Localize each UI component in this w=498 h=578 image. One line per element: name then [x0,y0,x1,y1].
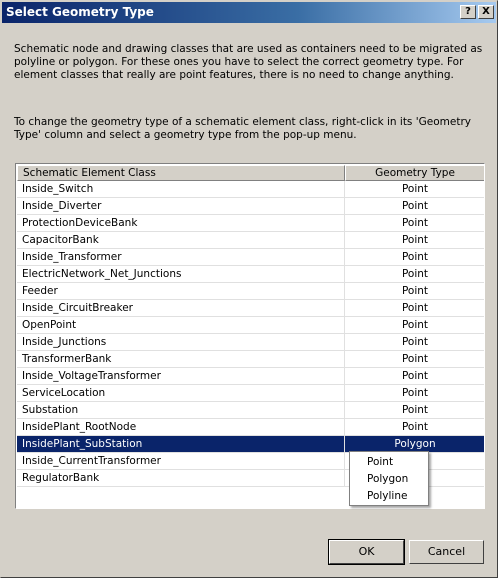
element-class-cell[interactable]: InsidePlant_RootNode [17,419,345,435]
dialog-title: Select Geometry Type [6,5,154,19]
geometry-type-cell[interactable]: Point [345,283,484,299]
element-class-cell[interactable]: RegulatorBank [17,470,345,486]
geometry-type-cell[interactable]: Point [345,266,484,282]
menu-item-polyline[interactable]: Polyline [350,488,428,505]
element-class-cell[interactable]: Inside_Junctions [17,334,345,350]
element-class-cell[interactable]: Inside_Diverter [17,198,345,214]
geometry-type-cell[interactable]: Point [345,334,484,350]
element-class-cell[interactable]: ServiceLocation [17,385,345,401]
element-class-cell[interactable]: Inside_CurrentTransformer [17,453,345,469]
table-row[interactable]: ProtectionDeviceBank Point [17,215,484,232]
element-class-cell[interactable]: Inside_CircuitBreaker [17,300,345,316]
table-row[interactable]: TransformerBank Point [17,351,484,368]
column-header-geometry-type[interactable]: Geometry Type [345,165,484,181]
element-class-cell[interactable]: ProtectionDeviceBank [17,215,345,231]
table-row[interactable]: Feeder Point [17,283,484,300]
geometry-type-context-menu: Point Polygon Polyline [349,451,429,506]
menu-item-point[interactable]: Point [350,454,428,471]
element-class-cell[interactable]: OpenPoint [17,317,345,333]
element-class-cell[interactable]: InsidePlant_SubStation [17,436,345,452]
element-class-cell[interactable]: Inside_VoltageTransformer [17,368,345,384]
menu-item-polygon[interactable]: Polygon [350,471,428,488]
element-class-cell[interactable]: TransformerBank [17,351,345,367]
table-row[interactable]: InsidePlant_RootNode Point [17,419,484,436]
geometry-type-cell[interactable]: Point [345,368,484,384]
element-class-cell[interactable]: CapacitorBank [17,232,345,248]
cancel-button[interactable]: Cancel [409,540,484,564]
table-row[interactable]: Inside_Switch Point [17,181,484,198]
grid-rows: Inside_Switch Point Inside_Diverter Point Pr… [17,181,484,487]
instructions-paragraph-1: Schematic node and drawing classes that … [14,43,483,81]
table-row[interactable]: Inside_CircuitBreaker Point [17,300,484,317]
table-row[interactable]: Inside_Junctions Point [17,334,484,351]
table-row[interactable]: Substation Point [17,402,484,419]
close-button[interactable]: X [478,5,494,19]
geometry-type-cell[interactable]: Point [345,385,484,401]
table-row[interactable]: CapacitorBank Point [17,232,484,249]
table-row[interactable]: Inside_VoltageTransformer Point [17,368,484,385]
geometry-type-cell[interactable]: Point [345,181,484,197]
table-row[interactable]: ElectricNetwork_Net_Junctions Point [17,266,484,283]
geometry-type-cell[interactable]: Point [345,317,484,333]
select-geometry-type-dialog: Select Geometry Type ? X Schematic node … [0,0,498,578]
ok-button[interactable]: OK [328,539,405,565]
table-row[interactable]: ServiceLocation Point [17,385,484,402]
geometry-type-cell[interactable]: Point [345,419,484,435]
geometry-type-cell[interactable]: Point [345,249,484,265]
instructions-paragraph-2: To change the geometry type of a schemat… [14,116,471,141]
column-header-element-class[interactable]: Schematic Element Class [17,165,345,181]
element-class-cell[interactable]: Inside_Transformer [17,249,345,265]
geometry-type-cell[interactable]: Point [345,402,484,418]
geometry-type-cell[interactable]: Point [345,351,484,367]
geometry-type-cell[interactable]: Point [345,300,484,316]
geometry-type-cell[interactable]: Point [345,215,484,231]
table-row[interactable]: Inside_Transformer Point [17,249,484,266]
element-class-cell[interactable]: Feeder [17,283,345,299]
table-row[interactable]: Inside_Diverter Point [17,198,484,215]
element-class-cell[interactable]: Inside_Switch [17,181,345,197]
element-class-cell[interactable]: ElectricNetwork_Net_Junctions [17,266,345,282]
title-bar[interactable]: Select Geometry Type ? X [2,2,496,23]
geometry-type-cell[interactable]: Point [345,232,484,248]
geometry-type-cell[interactable]: Point [345,198,484,214]
table-row[interactable]: OpenPoint Point [17,317,484,334]
element-class-cell[interactable]: Substation [17,402,345,418]
help-button[interactable]: ? [460,5,476,19]
geometry-type-cell[interactable]: Polygon [345,436,484,452]
